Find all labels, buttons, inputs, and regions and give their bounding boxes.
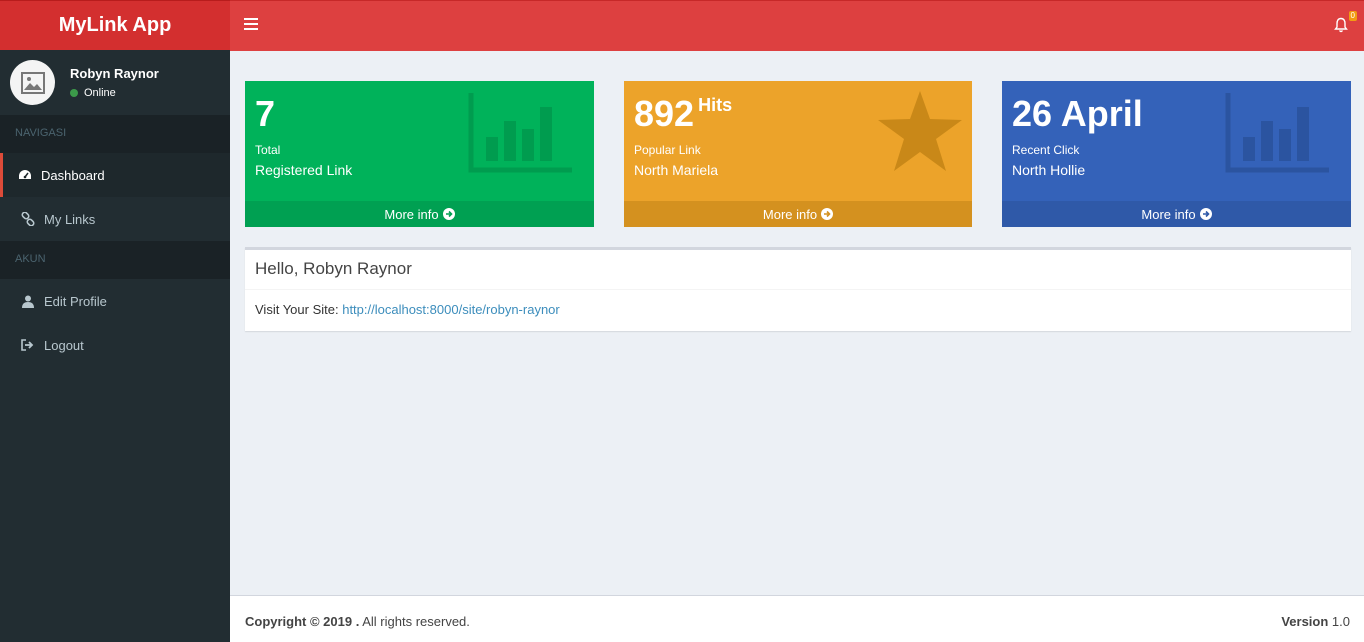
menu-header-navigasi: NAVIGASI <box>0 115 230 153</box>
arrow-circle-right-icon <box>1199 208 1212 220</box>
welcome-panel: Hello, Robyn Raynor Visit Your Site: htt… <box>245 247 1351 331</box>
panel-body: Visit Your Site: http://localhost:8000/s… <box>245 290 1351 329</box>
version-info: Version 1.0 <box>1281 614 1350 629</box>
sidebar-item-dashboard[interactable]: Dashboard <box>0 153 230 197</box>
online-dot-icon <box>70 89 78 97</box>
stat-label: Popular Link <box>634 143 701 157</box>
bar-chart-icon <box>1225 93 1329 176</box>
stat-label: Total <box>255 143 281 157</box>
user-status: Online <box>70 87 159 99</box>
app-logo[interactable]: MyLink App <box>0 0 230 50</box>
more-info-link[interactable]: More info <box>245 201 594 227</box>
user-name: Robyn Raynor <box>70 66 159 81</box>
user-icon <box>21 294 35 308</box>
sign-out-icon <box>21 338 35 352</box>
dashboard-icon <box>18 168 32 182</box>
sidebar-item-label: My Links <box>44 211 96 227</box>
star-icon <box>878 91 962 174</box>
stat-sublabel: Registered Link <box>255 162 353 178</box>
sidebar-item-edit-profile[interactable]: Edit Profile <box>0 279 230 323</box>
avatar <box>10 60 55 105</box>
sidebar-item-label: Dashboard <box>41 167 105 183</box>
stat-label: Recent Click <box>1012 143 1080 157</box>
sidebar-item-label: Edit Profile <box>44 293 107 309</box>
stat-suffix: Hits <box>698 95 733 115</box>
sidebar-item-label: Logout <box>44 337 84 353</box>
user-panel: Robyn Raynor Online <box>0 50 230 115</box>
notifications-button[interactable] <box>1334 17 1350 35</box>
stat-value: 7 <box>255 93 276 134</box>
stat-sublabel: North Mariela <box>634 162 719 178</box>
menu-header-akun: AKUN <box>0 241 230 279</box>
stat-sublabel: North Hollie <box>1012 162 1086 178</box>
stat-value: 892 Hits <box>634 93 733 134</box>
bell-icon <box>1334 17 1348 33</box>
hamburger-icon <box>244 18 258 20</box>
more-info-link[interactable]: More info <box>624 201 972 227</box>
site-url-link[interactable]: http://localhost:8000/site/robyn-raynor <box>342 302 560 317</box>
stat-box-popular-link: 892 Hits Popular Link North Mariela More … <box>624 81 972 227</box>
sidebar-item-logout[interactable]: Logout <box>0 323 230 367</box>
stat-value: 26 April <box>1012 93 1143 134</box>
arrow-circle-right-icon <box>442 208 455 220</box>
more-info-link[interactable]: More info <box>1002 201 1351 227</box>
main-content: 7 Total Registered Link More info 892 Hit… <box>230 51 1364 595</box>
site-label: Visit Your Site: <box>255 302 339 317</box>
footer: Copyright © 2019 . All rights reserved. … <box>230 595 1364 642</box>
notification-count-badge: 0 <box>1348 11 1357 21</box>
top-navbar: 0 <box>230 0 1364 51</box>
stat-box-registered-links: 7 Total Registered Link More info <box>245 81 594 227</box>
copyright: Copyright © 2019 . All rights reserved. <box>245 614 470 629</box>
user-status-label: Online <box>84 87 116 99</box>
stat-box-recent-click: 26 April Recent Click North Hollie More … <box>1002 81 1351 227</box>
arrow-circle-right-icon <box>821 208 834 220</box>
sidebar: MyLink App Robyn Raynor Online NAVIGASI … <box>0 0 230 642</box>
sidebar-item-my-links[interactable]: My Links <box>0 197 230 241</box>
panel-title: Hello, Robyn Raynor <box>245 250 1351 290</box>
image-placeholder-icon <box>20 71 45 94</box>
bar-chart-icon <box>468 93 572 176</box>
link-icon <box>21 212 35 226</box>
sidebar-toggle-button[interactable] <box>244 18 258 32</box>
